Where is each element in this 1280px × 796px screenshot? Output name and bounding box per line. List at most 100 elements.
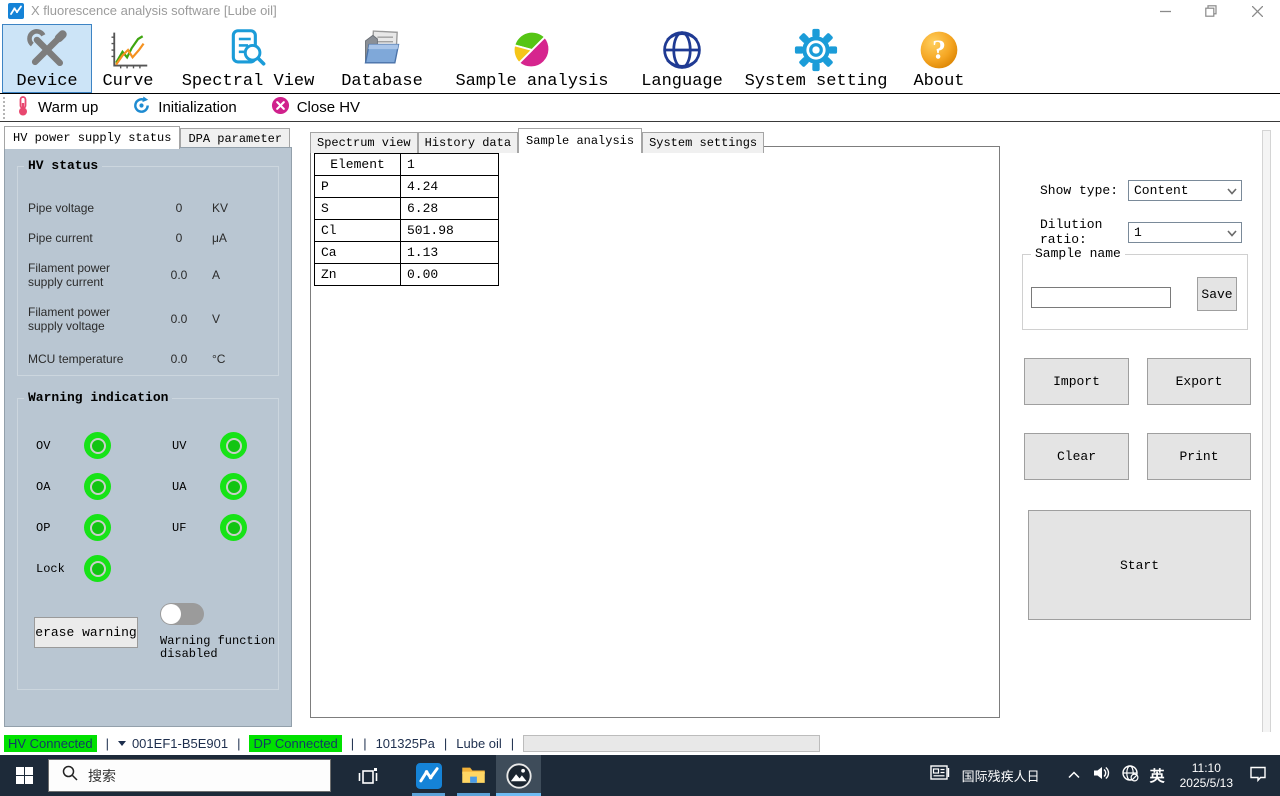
taskbar-file-explorer[interactable] <box>451 755 496 796</box>
taskbar-photos-app[interactable] <box>496 755 541 796</box>
warning-group-title: Warning indication <box>24 390 173 405</box>
show-type-value: Content <box>1134 183 1189 198</box>
toolbar-item-label: About <box>913 72 965 91</box>
analysis-controls-panel: Show type: Content Dilution ratio: 1 Sam… <box>1012 160 1260 720</box>
separator: | <box>350 736 355 751</box>
print-button[interactable]: Print <box>1147 433 1251 480</box>
tray-chevron-up-icon[interactable] <box>1067 767 1081 785</box>
speaker-icon[interactable] <box>1092 765 1110 786</box>
value-cell: 4.24 <box>400 175 499 198</box>
export-button[interactable]: Export <box>1147 358 1251 405</box>
close-hv-button[interactable]: Close HV <box>271 96 360 119</box>
hv-row-value: 0.0 <box>170 352 188 366</box>
toolbar-item-system-setting[interactable]: System setting <box>732 24 900 93</box>
hv-status-row: Pipe current 0 μA <box>18 223 278 253</box>
pressure-value: 101325Pa <box>375 736 435 751</box>
initialization-button[interactable]: Initialization <box>132 96 237 119</box>
tab-system-settings[interactable]: System settings <box>642 132 765 153</box>
led-label: OV <box>36 438 51 453</box>
sample-name-group: Sample name Save <box>1022 246 1248 330</box>
hv-row-label: Pipe current <box>28 231 93 245</box>
close-button[interactable] <box>1234 0 1280 22</box>
toolbar-item-label: Language <box>641 72 723 91</box>
save-button[interactable]: Save <box>1197 277 1237 311</box>
warm-up-button[interactable]: Warm up <box>15 95 98 120</box>
pie-chart-icon <box>510 28 554 72</box>
input-language-indicator[interactable]: 英 <box>1150 765 1165 786</box>
erase-warning-button[interactable]: erase warning <box>34 617 138 648</box>
toolbar-item-label: Spectral View <box>181 72 315 91</box>
tab-dpa-parameter[interactable]: DPA parameter <box>180 128 291 149</box>
toolbar-item-language[interactable]: Language <box>632 24 732 93</box>
warning-toggle-caption: Warning function disabled <box>160 634 276 661</box>
device-id: 001EF1-B5E901 <box>131 736 229 751</box>
uf-led-indicator <box>220 514 247 541</box>
search-input[interactable] <box>88 767 288 784</box>
start-button[interactable] <box>0 755 48 796</box>
led-row: OV UV <box>18 425 278 466</box>
toolbar-grip <box>3 96 7 119</box>
table-header-row: Element 1 <box>314 153 499 176</box>
tab-hv-power-supply-status[interactable]: HV power supply status <box>4 126 181 149</box>
toolbar-item-label: System setting <box>744 72 888 91</box>
value-cell: 1.13 <box>400 241 499 264</box>
dropdown-arrow-icon <box>117 741 126 746</box>
hv-row-unit: μA <box>212 231 227 245</box>
dilution-ratio-select[interactable]: 1 <box>1128 221 1242 243</box>
hv-status-row: Filament power supply voltage 0.0 V <box>18 297 278 341</box>
dilution-ratio-value: 1 <box>1134 224 1142 240</box>
close-circle-icon <box>271 96 290 119</box>
toolbar-item-about[interactable]: ? About <box>900 24 978 93</box>
toolbar-item-curve[interactable]: Curve <box>92 24 164 93</box>
element-table: Element 1 P 4.24 S 6.28 Cl 501.98 Ca 1.1… <box>314 153 499 286</box>
ua-led-indicator <box>220 473 247 500</box>
network-globe-icon[interactable] <box>1121 764 1139 787</box>
hv-row-value: 0.0 <box>170 312 188 326</box>
sample-name-input[interactable] <box>1031 287 1171 308</box>
warning-function-toggle[interactable] <box>160 603 204 625</box>
led-row: OA UA <box>18 466 278 507</box>
hv-status-panel: HV status Pipe voltage 0 KV Pipe current… <box>4 147 292 727</box>
taskbar-clock[interactable]: 11:10 2025/5/13 <box>1180 761 1233 791</box>
taskbar-search-box[interactable] <box>48 759 331 792</box>
clear-button[interactable]: Clear <box>1024 433 1129 480</box>
device-id-dropdown[interactable]: 001EF1-B5E901 <box>117 736 229 751</box>
tab-history-data[interactable]: History data <box>417 132 519 153</box>
minimize-button[interactable] <box>1142 0 1188 22</box>
toolbar-item-label: Sample analysis <box>455 72 609 91</box>
import-button[interactable]: Import <box>1024 358 1129 405</box>
element-cell: P <box>314 175 401 198</box>
main-toolbar: Device Curve Spectral View Database Samp… <box>0 22 1280 93</box>
toolbar-item-spectral-view[interactable]: Spectral View <box>164 24 332 93</box>
action-toolbar: Warm up Initialization Close HV <box>0 94 1280 122</box>
tab-spectrum-view[interactable]: Spectrum view <box>310 132 418 153</box>
toolbar-item-database[interactable]: Database <box>332 24 432 93</box>
chevron-down-icon <box>1226 227 1238 243</box>
hv-status-group-title: HV status <box>24 158 103 173</box>
led-label: UA <box>172 479 187 494</box>
svg-text:?: ? <box>932 33 946 64</box>
task-view-button[interactable] <box>345 755 390 796</box>
news-icon[interactable] <box>929 763 951 788</box>
news-headline[interactable]: 国际残疾人日 <box>962 766 1040 785</box>
start-button[interactable]: Start <box>1028 510 1251 620</box>
taskbar-app-xrf[interactable] <box>406 755 451 796</box>
restore-button[interactable] <box>1188 0 1234 22</box>
hv-row-unit: KV <box>212 201 229 215</box>
photos-app-icon <box>505 762 532 789</box>
tab-sample-analysis[interactable]: Sample analysis <box>518 128 643 153</box>
toolbar-item-device[interactable]: Device <box>2 24 92 93</box>
uv-led-indicator <box>220 432 247 459</box>
show-type-select[interactable]: Content <box>1128 180 1242 201</box>
separator: | <box>105 736 109 751</box>
action-center-icon[interactable] <box>1248 764 1268 787</box>
progress-bar <box>523 735 821 752</box>
hv-row-label: Pipe voltage <box>28 201 95 215</box>
toolbar-item-sample-analysis[interactable]: Sample analysis <box>432 24 632 93</box>
hv-row-label: Filament power supply current <box>28 261 111 289</box>
window-title: X fluorescence analysis software [Lube o… <box>31 3 277 18</box>
toolbar-item-label: Device <box>16 72 78 91</box>
side-scroll-strip[interactable] <box>1262 130 1271 742</box>
clock-date: 2025/5/13 <box>1179 775 1233 790</box>
value-cell: 6.28 <box>400 197 499 220</box>
